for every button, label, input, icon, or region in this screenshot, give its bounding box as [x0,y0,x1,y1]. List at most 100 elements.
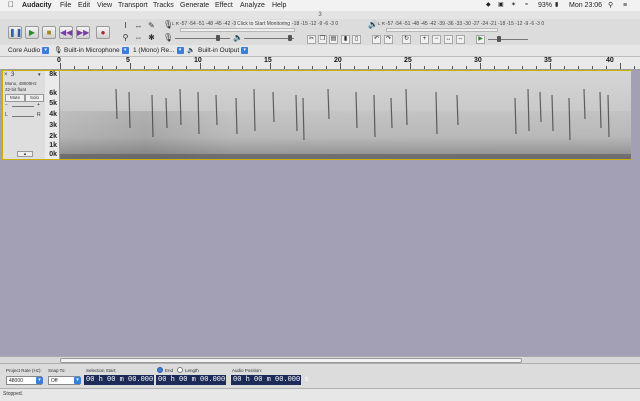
mic-icon[interactable]: 🎙 [163,20,173,29]
play-meter-scale[interactable]: -57 -54 -51 -48 -45 -42 -39 -36 -33 -30 … [386,20,636,28]
paste-icon[interactable]: ▤ [329,35,338,44]
app-menu[interactable]: Audacity [22,1,52,10]
menu-tracks[interactable]: Tracks [153,1,174,10]
solo-button[interactable]: Solo [25,94,44,102]
spotlight-search-icon[interactable]: ⚲ [608,1,613,10]
multi-tool-icon[interactable]: ✱ [147,33,156,42]
ruler-tick [270,63,271,69]
recording-volume-knob[interactable] [216,35,220,41]
audio-position-time[interactable]: 00 h 00 m 00.000 s [231,375,309,385]
ruler-tick [186,66,187,69]
channels-select[interactable]: 1 (Mono) Re... ▾ [133,46,184,55]
menu-effect[interactable]: Effect [215,1,233,10]
recording-volume-slider[interactable] [175,38,230,39]
window-titlebar: 3 [0,11,640,19]
zoom-tool-icon[interactable]: ⚲ [121,33,130,42]
spectrogram-view[interactable] [60,71,631,159]
record-button[interactable]: ● [96,26,110,39]
cut-icon[interactable]: ✂ [307,35,316,44]
ruler-tick [130,63,131,69]
timeshift-tool-icon[interactable]: ⇔ [134,33,143,42]
length-radio-label: Length [185,368,199,373]
notification-center-icon[interactable]: ≡ [623,1,627,10]
mic-volume-icon: 🎙 [163,33,174,42]
microphone-icon: 🎙 [54,47,63,54]
speaker-icon[interactable]: 🔊 [368,20,378,29]
menu-file[interactable]: File [60,1,71,10]
trim-icon[interactable]: ▮ [341,35,350,44]
fit-project-icon[interactable]: ⇔ [456,35,465,44]
playback-volume-icon: 🔈 [233,33,243,42]
ruler-tick [368,66,369,69]
ruler-tick [438,66,439,69]
menubar-clock[interactable]: Mon 23:06 [569,1,602,10]
track-name[interactable]: 3 [11,72,14,78]
undo-icon[interactable]: ↶ [372,35,381,44]
bluetooth-icon[interactable]: ✶ [511,1,516,10]
play-at-speed-slider[interactable] [488,39,528,40]
frequency-ruler[interactable]: 8k 6k 5k 4k 3k 2k 1k 0k [45,71,60,159]
play-at-speed-icon[interactable]: ▶ [476,35,485,44]
menu-transport[interactable]: Transport [118,1,148,10]
timeline-ruler[interactable]: 0 5 10 15 20 25 30 35 40 [0,57,640,70]
envelope-tool-icon[interactable]: ↔ [134,21,143,30]
silence-icon[interactable]: ▯ [352,35,361,44]
monitoring-hint[interactable]: Click to Start Monitoring [236,20,292,28]
menu-generate[interactable]: Generate [180,1,209,10]
ruler-tick [200,63,201,69]
pause-button[interactable]: ❚❚ [8,26,22,39]
length-radio[interactable] [177,367,183,373]
play-meter-bar [386,28,498,32]
chevron-down-icon: ▾ [121,46,129,54]
ruler-tick [410,63,411,69]
skip-start-button[interactable]: ◀◀ [59,26,73,39]
selection-start-time[interactable]: 00 h 00 m 00.000 s [84,375,162,385]
menu-edit[interactable]: Edit [78,1,90,10]
selection-end-time[interactable]: 00 h 00 m 00.000 s [156,375,234,385]
redo-icon[interactable]: ↷ [384,35,393,44]
menu-view[interactable]: View [97,1,112,10]
collapse-track-icon[interactable]: ▲ [17,151,33,157]
freq-label: 6k [49,90,57,97]
skip-end-button[interactable]: ▶▶ [76,26,90,39]
fit-selection-icon[interactable]: ↔ [444,35,453,44]
recording-device-select[interactable]: Built-in Microphone ▾ [64,46,129,55]
menu-help[interactable]: Help [272,1,286,10]
selection-tool-icon[interactable]: I [121,21,130,30]
display-icon[interactable]: ▣ [498,1,504,10]
battery-icon[interactable]: ▮ [555,1,558,10]
track-menu-chevron-icon[interactable]: ▾ [38,73,41,78]
ruler-tick [620,63,621,69]
apple-icon[interactable]:  [8,0,14,9]
play-at-speed-knob[interactable] [497,36,501,42]
spectrogram-noise-band [60,111,631,159]
gain-slider[interactable] [12,106,34,107]
zoom-in-icon[interactable]: + [420,35,429,44]
draw-tool-icon[interactable]: ✎ [147,21,156,30]
ruler-tick [102,66,103,69]
chevron-down-icon: ▾ [36,377,43,384]
track-close-icon[interactable]: × [4,72,8,78]
copy-icon[interactable]: ❐ [318,35,327,44]
pan-right-label: R [37,112,41,118]
playback-volume-slider[interactable] [244,38,294,39]
sync-lock-icon[interactable]: ↻ [402,35,411,44]
ruler-tick [60,63,61,69]
playback-device-select[interactable]: Built-in Output ▾ [198,46,249,55]
dropbox-icon[interactable]: ◆ [486,1,491,10]
end-radio[interactable] [157,367,163,373]
menu-analyze[interactable]: Analyze [240,1,265,10]
mute-button[interactable]: Mute [5,94,25,102]
wifi-icon[interactable]: ≈ [525,1,528,10]
ruler-tick [158,66,159,69]
snap-to-label: Snap To: [48,368,66,373]
track-info: Mono, 48000Hz [5,81,37,86]
ruler-tick [424,66,425,69]
stop-button[interactable]: ■ [42,26,56,39]
ruler-tick [578,66,579,69]
playback-volume-knob[interactable] [288,35,292,41]
play-button[interactable]: ▶ [25,26,39,39]
pan-slider[interactable] [12,116,34,117]
zoom-out-icon[interactable]: − [432,35,441,44]
audio-host-select[interactable]: Core Audio ▾ [8,46,50,55]
